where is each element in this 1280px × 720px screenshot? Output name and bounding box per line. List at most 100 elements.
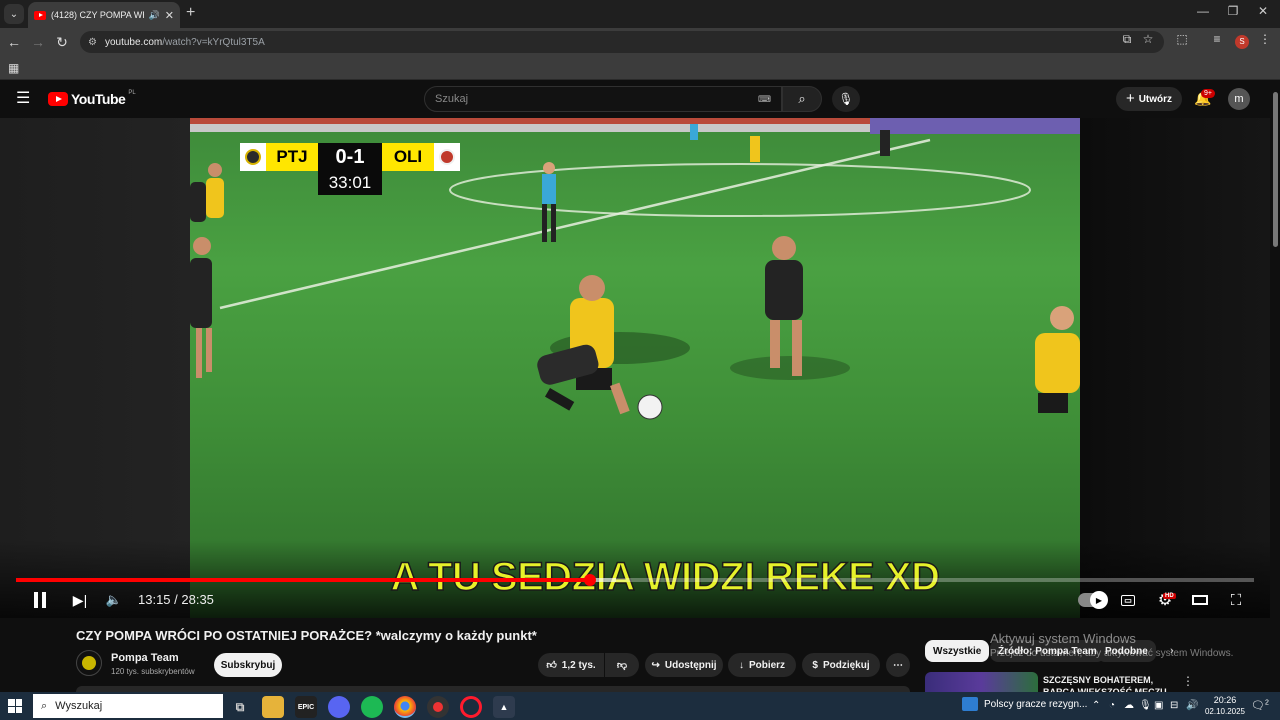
epic-games-icon[interactable]: EPIC: [295, 696, 317, 718]
next-button[interactable]: ▶|: [70, 588, 90, 612]
search-input[interactable]: Szukaj ⌨: [424, 86, 782, 112]
chip-all[interactable]: Wszystkie: [925, 640, 990, 662]
tray-mic-icon[interactable]: 🎙: [1139, 700, 1152, 711]
app-icon-red[interactable]: [427, 696, 449, 718]
related-video-thumbnail[interactable]: [925, 672, 1038, 692]
tray-cloud-icon[interactable]: ☁: [1124, 700, 1134, 711]
apps-grid-icon[interactable]: ▦: [8, 61, 19, 75]
site-info-icon[interactable]: ⚙: [88, 37, 97, 48]
like-button[interactable]: 👍︎ 1,2 tys.: [538, 653, 604, 677]
search-icon: ⌕: [41, 699, 48, 712]
tab-search-button[interactable]: ⌄: [4, 4, 24, 24]
keyboard-icon[interactable]: ⌨: [758, 94, 771, 105]
cast-icon[interactable]: ⧉: [1118, 32, 1136, 47]
fullscreen-button[interactable]: ⛶: [1226, 588, 1246, 612]
scoreboard: PTJ 0-1 OLI: [240, 143, 460, 171]
share-arrow-icon: ↪: [651, 659, 660, 671]
new-tab-button[interactable]: +: [186, 5, 195, 21]
microphone-icon: 🎙: [838, 92, 854, 106]
youtube-wordmark: YouTube: [71, 91, 126, 107]
tray-chevron-icon[interactable]: ⌃: [1092, 700, 1100, 711]
thanks-button[interactable]: $ Podziękuj: [802, 653, 880, 677]
chrome-icon[interactable]: [394, 696, 416, 718]
download-button[interactable]: ↓ Pobierz: [728, 653, 796, 677]
youtube-favicon-icon: [34, 10, 46, 20]
notification-count: 2: [1264, 699, 1269, 707]
match-clock: 33:01: [318, 171, 382, 195]
taskbar-search-placeholder: Wyszukaj: [55, 700, 103, 712]
notification-center-icon[interactable]: 🗨2: [1251, 699, 1269, 712]
create-button[interactable]: + Utwórz: [1116, 87, 1182, 111]
messenger-icon[interactable]: [328, 696, 350, 718]
close-window-button[interactable]: ✕: [1248, 4, 1278, 18]
task-view-icon[interactable]: ⧉: [229, 696, 251, 718]
tray-display-icon[interactable]: ▣: [1154, 700, 1163, 711]
pause-button[interactable]: [30, 588, 50, 612]
back-arrow-icon[interactable]: ←: [4, 32, 24, 52]
volume-button[interactable]: 🔈: [104, 588, 124, 612]
extensions-icon[interactable]: ⬚: [1173, 32, 1191, 46]
subscribe-button[interactable]: Subskrybuj: [214, 653, 282, 677]
home-crest-icon: [240, 143, 266, 171]
download-icon: ↓: [738, 659, 744, 671]
spotify-icon[interactable]: [361, 696, 383, 718]
tray-network-icon[interactable]: ⊟: [1170, 700, 1178, 711]
settings-button[interactable]: ⚙: [1154, 588, 1176, 612]
taskbar-search-input[interactable]: ⌕ Wyszukaj: [33, 694, 223, 718]
forward-arrow-icon[interactable]: →: [28, 32, 48, 52]
thanks-dollar-icon: $: [812, 659, 818, 671]
taskbar-news-widget[interactable]: Polscy gracze rezygn...: [962, 697, 1087, 711]
minimize-button[interactable]: —: [1188, 4, 1218, 18]
menu-hamburger-icon[interactable]: ☰: [16, 90, 30, 108]
reload-icon[interactable]: ↻: [52, 32, 72, 52]
tray-volume-icon[interactable]: 🔊: [1186, 700, 1198, 711]
subtitles-button[interactable]: ▭: [1118, 588, 1138, 612]
download-label: Pobierz: [748, 659, 786, 671]
taskbar-time[interactable]: 20:26: [1207, 695, 1243, 705]
windows-activation-title: Aktywuj system Windows: [990, 631, 1136, 646]
volume-icon: 🔈: [105, 592, 123, 607]
restore-button[interactable]: ❐: [1218, 4, 1248, 18]
tray-app-icon[interactable]: ◔: [1109, 700, 1115, 711]
file-explorer-icon[interactable]: [262, 696, 284, 718]
media-control-icon[interactable]: ≡: [1208, 32, 1226, 46]
video-title: CZY POMPA WRÓCI PO OSTATNIEJ PORAŻCE? *w…: [76, 628, 537, 643]
news-icon: [962, 697, 978, 711]
profile-avatar[interactable]: S: [1235, 35, 1249, 49]
create-label: Utwórz: [1138, 93, 1173, 105]
tab-close-icon[interactable]: ✕: [165, 9, 174, 22]
captions-icon: ▭: [1121, 594, 1135, 606]
autoplay-play-icon: ▶: [1090, 591, 1108, 609]
search-button[interactable]: ⌕: [782, 86, 822, 112]
progress-scrubber[interactable]: [584, 574, 596, 586]
tab-title: (4128) CZY POMPA WRÓCI: [51, 10, 144, 20]
news-text: Polscy gracze rezygn...: [984, 698, 1088, 710]
channel-name[interactable]: Pompa Team: [111, 652, 179, 664]
app-icon-dark[interactable]: ▲: [493, 696, 515, 718]
related-menu-icon[interactable]: ⋮: [1182, 674, 1194, 688]
share-label: Udostępnij: [664, 659, 717, 671]
channel-avatar[interactable]: [76, 650, 102, 676]
bookmarks-bar: [0, 56, 1280, 80]
url-host: youtube.com: [104, 36, 163, 48]
search-icon: ⌕: [798, 91, 806, 106]
theater-mode-button[interactable]: [1190, 588, 1210, 612]
share-button[interactable]: ↪ Udostępnij: [645, 653, 723, 677]
page-scrollbar-thumb[interactable]: [1273, 92, 1278, 247]
taskbar-date[interactable]: 02.10.2025: [1200, 707, 1250, 716]
bookmark-star-icon[interactable]: ☆: [1139, 32, 1157, 46]
autoplay-toggle[interactable]: ▶: [1078, 591, 1108, 609]
tab-audio-icon[interactable]: 🔊: [149, 10, 160, 21]
plus-icon: +: [1125, 90, 1135, 107]
voice-search-button[interactable]: 🎙: [832, 86, 860, 112]
chrome-menu-icon[interactable]: ⋮: [1256, 32, 1274, 46]
away-team: OLI: [382, 143, 434, 171]
account-avatar[interactable]: m: [1228, 88, 1250, 110]
youtube-logo[interactable]: YouTube PL: [48, 90, 136, 107]
address-bar[interactable]: ⚙ youtube.com/watch?v=kYrQtul3T5A: [80, 31, 1164, 53]
windows-start-icon[interactable]: [8, 699, 22, 713]
browser-tab-active[interactable]: (4128) CZY POMPA WRÓCI 🔊 ✕: [28, 2, 180, 28]
more-actions-button[interactable]: ⋯: [886, 653, 910, 677]
opera-icon[interactable]: [460, 696, 482, 718]
dislike-button[interactable]: 👎︎: [605, 653, 639, 677]
